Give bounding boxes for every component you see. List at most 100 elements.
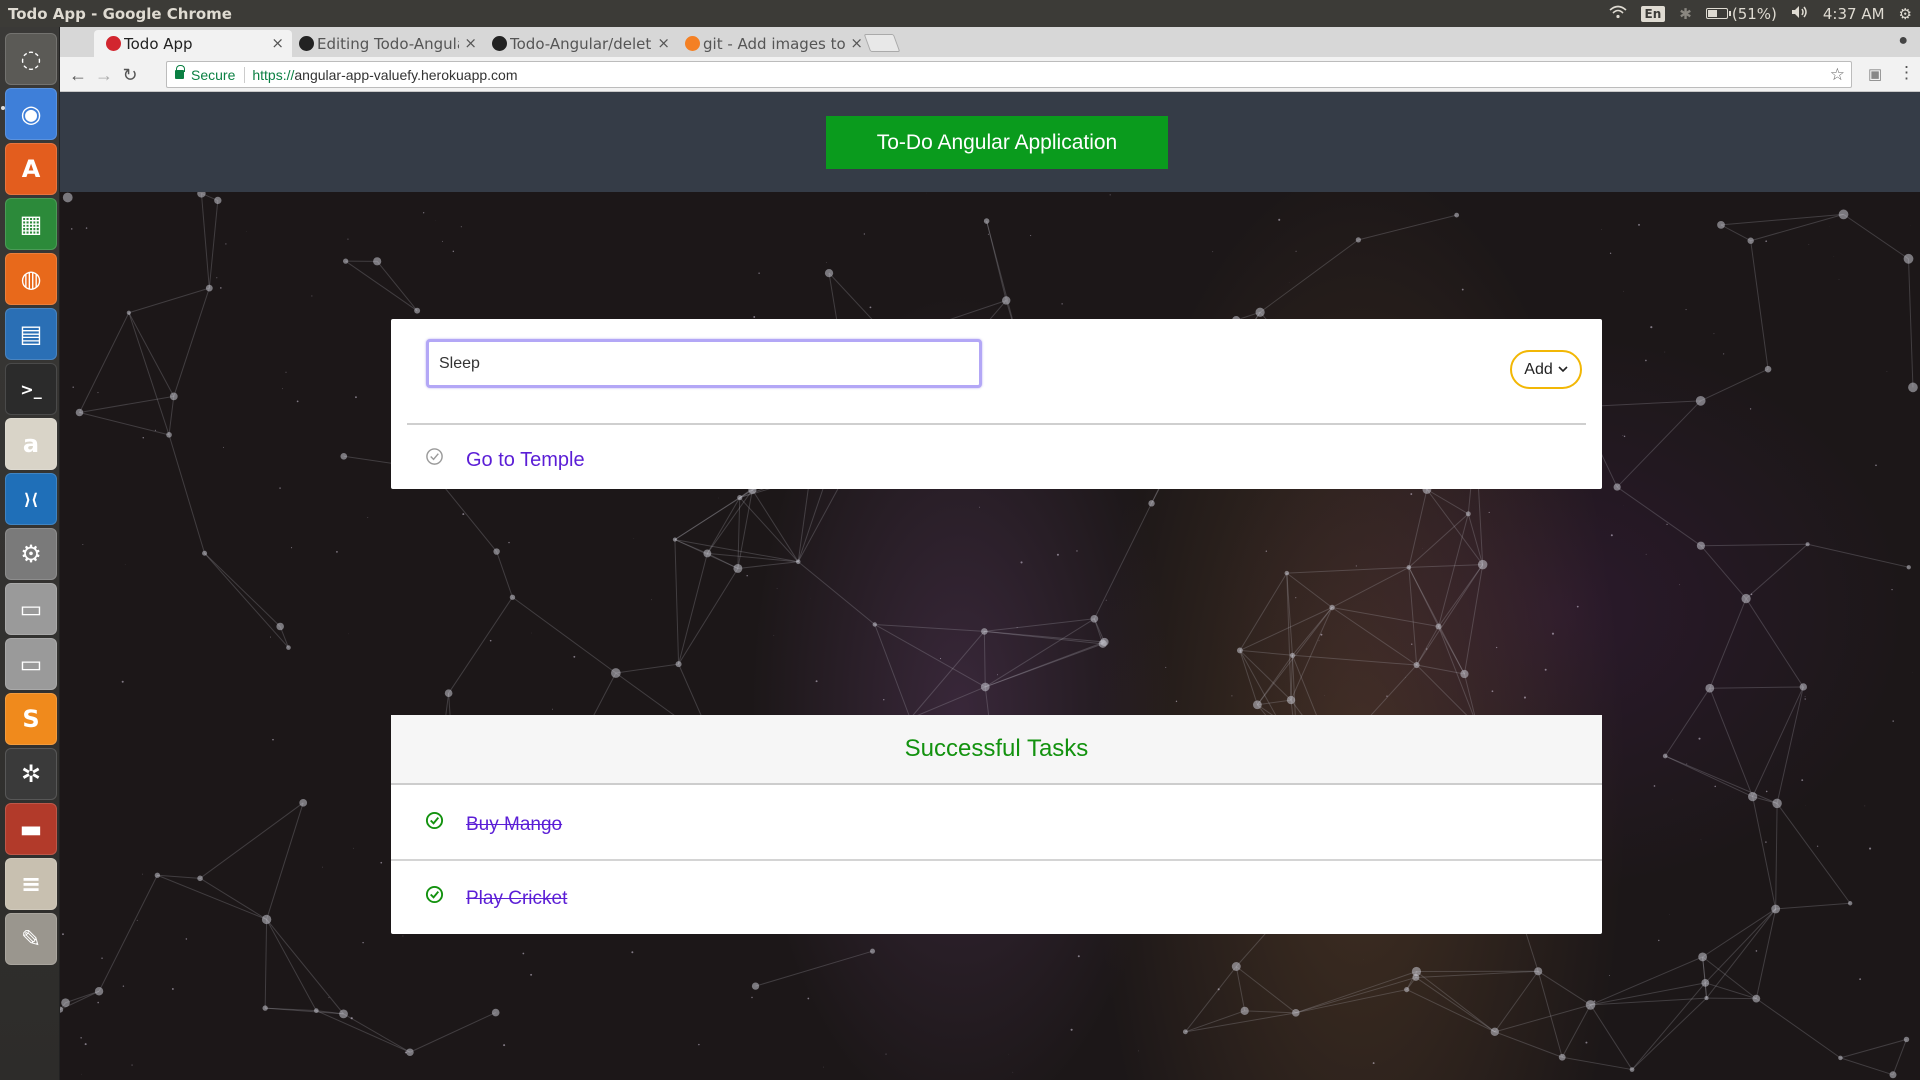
constellation-node (1717, 221, 1725, 229)
constellation-node (1764, 365, 1772, 373)
launcher-terminal-icon[interactable]: >_ (5, 363, 57, 415)
check-circle-icon[interactable] (425, 447, 444, 466)
bookmark-star-icon[interactable]: ☆ (1830, 65, 1845, 85)
constellation-line (199, 802, 304, 879)
constellation-line (751, 489, 799, 563)
launcher-network-app-icon[interactable]: ✲ (5, 748, 57, 800)
launcher-system-settings-icon[interactable]: ⚙ (5, 528, 57, 580)
tab-label: Todo-Angular/delete (510, 34, 652, 53)
star-dot (1686, 763, 1688, 765)
lock-icon[interactable] (175, 65, 185, 79)
completed-task-label[interactable]: Buy Mango (466, 814, 562, 836)
constellation-line (1840, 1057, 1894, 1076)
constellation-line (1664, 687, 1711, 757)
omnibox[interactable]: Secure https://angular-app-valuefy.herok… (166, 61, 1852, 88)
constellation-node (1231, 962, 1241, 971)
tab-1[interactable]: Editing Todo-Angular × (287, 30, 485, 57)
star-dot (1491, 690, 1494, 693)
star-dot (404, 1051, 407, 1054)
star-dot (322, 866, 323, 868)
launcher-sublime-text-icon[interactable]: S (5, 693, 57, 745)
back-icon[interactable]: ← (66, 63, 90, 87)
constellation-node (1838, 209, 1849, 220)
star-dot (1165, 666, 1167, 668)
tab-close-icon[interactable]: × (657, 34, 670, 52)
tab-2[interactable]: Todo-Angular/delete × (480, 30, 678, 57)
tab-close-icon[interactable]: × (850, 34, 863, 52)
constellation-node (1903, 253, 1914, 264)
constellation-node (1847, 901, 1853, 906)
completed-task-item: Play Cricket (391, 861, 1602, 933)
secure-label[interactable]: Secure (191, 66, 246, 83)
check-circle-done-icon[interactable] (425, 811, 444, 830)
launcher-libreoffice-calc-icon[interactable]: ▦ (5, 198, 57, 250)
star-dot (1030, 235, 1032, 237)
star-dot (272, 738, 274, 741)
forward-icon[interactable]: → (92, 63, 116, 87)
star-dot (1808, 244, 1810, 245)
tab-close-icon[interactable]: × (271, 34, 284, 52)
launcher-disk-1-icon[interactable]: ▭ (5, 583, 57, 635)
tab-label: git - Add images to (703, 34, 845, 53)
launcher-libreoffice-impress-icon[interactable]: ▤ (5, 308, 57, 360)
star-dot (1061, 303, 1063, 305)
star-dot (1012, 1071, 1014, 1073)
launcher-software-center-icon[interactable]: A (5, 143, 57, 195)
star-dot (1386, 695, 1388, 697)
constellation-node (286, 645, 291, 650)
gear-icon[interactable]: ⚙ (1899, 5, 1912, 23)
constellation-node (824, 268, 834, 278)
constellation-node (1662, 753, 1668, 759)
battery-indicator[interactable]: (51%) (1705, 5, 1777, 23)
completed-task-label[interactable]: Play Cricket (466, 888, 567, 910)
reload-icon[interactable]: ↻ (118, 63, 142, 87)
launcher-text-editor-icon[interactable]: ✎ (5, 913, 57, 965)
star-dot (1405, 677, 1406, 678)
constellation-line (1631, 997, 1707, 1070)
constellation-node (491, 1008, 500, 1017)
constellation-line (316, 1010, 411, 1053)
star-dot (1749, 408, 1752, 410)
star-dot (1295, 250, 1297, 252)
panel-indicators: En ✱ (51%) 4:37 AM ⚙ (1608, 5, 1920, 23)
task-label[interactable]: Go to Temple (466, 449, 585, 472)
new-tab-button[interactable] (863, 34, 901, 52)
star-dot (508, 541, 510, 544)
clock[interactable]: 4:37 AM (1823, 5, 1885, 23)
chrome-menu-icon[interactable]: ⋮ (1898, 63, 1915, 83)
profile-icon[interactable]: ● (1898, 32, 1908, 50)
star-dot (1623, 435, 1626, 438)
star-dot (1653, 785, 1656, 787)
launcher-vscode-icon[interactable]: ⟩⟨ (5, 473, 57, 525)
constellation-node (1255, 307, 1265, 317)
launcher-firefox-icon[interactable]: ◍ (5, 253, 57, 305)
star-dot (311, 295, 313, 297)
launcher-document-viewer-icon[interactable]: ≡ (5, 858, 57, 910)
star-dot (1488, 511, 1490, 514)
constellation-line (1331, 606, 1439, 628)
launcher-file-manager-icon[interactable]: ▬ (5, 803, 57, 855)
launcher-chrome-icon[interactable]: ◉ (5, 88, 57, 140)
web-page: To-Do Angular Application Add Go to Temp… (60, 92, 1920, 1080)
star-dot (503, 1044, 506, 1047)
tab-3[interactable]: git - Add images to × (673, 30, 871, 57)
constellation-line (874, 624, 911, 719)
star-dot (1765, 841, 1767, 843)
add-button[interactable]: Add (1510, 350, 1582, 389)
star-dot (1576, 605, 1579, 608)
constellation-line (168, 396, 175, 435)
tab-0[interactable]: Todo App × (94, 30, 292, 57)
bluetooth-icon[interactable]: ✱ (1679, 5, 1692, 23)
tab-close-icon[interactable]: × (464, 34, 477, 52)
task-input[interactable] (426, 339, 982, 388)
volume-icon[interactable] (1791, 5, 1809, 23)
launcher-ubuntu-dash-icon[interactable]: ◌ (5, 33, 57, 85)
wifi-icon[interactable] (1608, 5, 1627, 23)
check-circle-done-icon[interactable] (425, 885, 444, 904)
launcher-disk-2-icon[interactable]: ▭ (5, 638, 57, 690)
extension-icon[interactable]: ▣ (1868, 65, 1882, 83)
keyboard-layout-indicator[interactable]: En (1640, 5, 1666, 22)
constellation-line (1438, 564, 1484, 627)
launcher-amazon-icon[interactable]: a (5, 418, 57, 470)
url-text[interactable]: https://angular-app-valuefy.herokuapp.co… (252, 67, 517, 83)
